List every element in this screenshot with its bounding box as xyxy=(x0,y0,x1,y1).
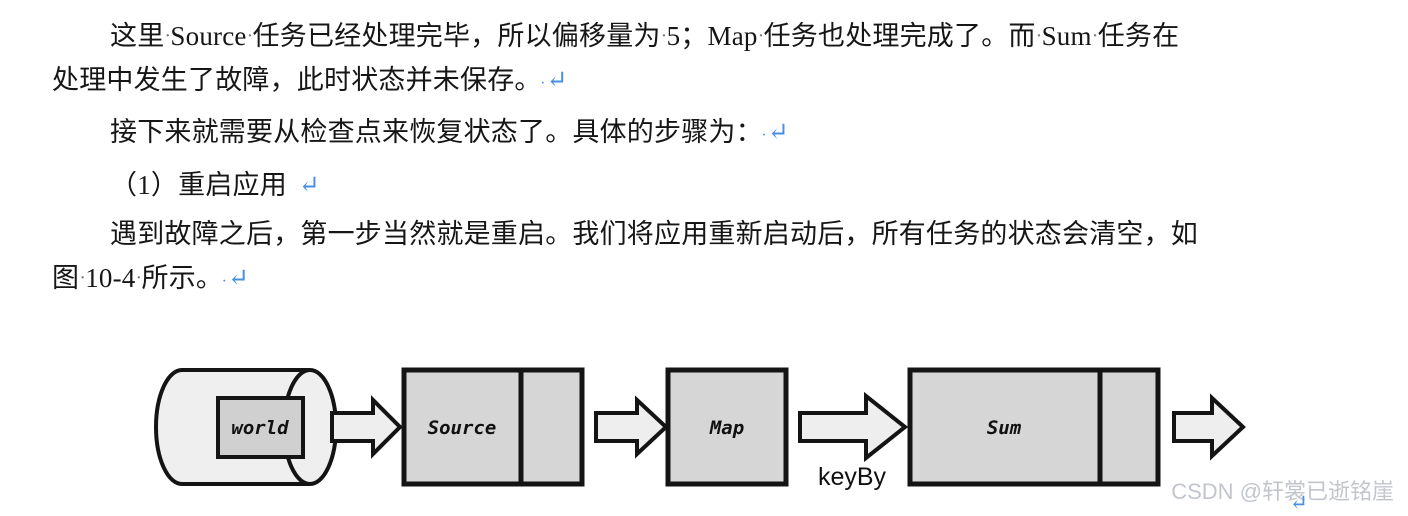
edge-source-in xyxy=(330,395,403,459)
paragraph-line: 这里·Source·任务已经处理完毕，所以偏移量为·5；Map·任务也处理完成了… xyxy=(52,14,1179,58)
map-node: Map xyxy=(665,367,789,487)
datastore-record-label: world xyxy=(231,417,289,439)
text-run-latin: Map xyxy=(707,21,758,51)
paragraph-line: （1）重启应用 ↵ xyxy=(52,163,320,208)
text-run: 图 xyxy=(52,263,80,293)
pilcrow-glyph: ↵ xyxy=(767,119,789,146)
edge-sum-out xyxy=(1172,393,1246,461)
text-run: 任务已经处理完毕，所以偏移量为 xyxy=(252,21,661,51)
sum-node: Sum xyxy=(907,367,1161,487)
text-run: （1）重启应用 xyxy=(110,170,287,200)
paragraph-mark: ·↵ xyxy=(210,265,250,292)
edge-map-to-sum: keyBy xyxy=(798,391,909,491)
paragraph-line: 接下来就需要从检查点来恢复状态了。具体的步骤为： ·↵ xyxy=(52,110,789,158)
source-node: Source xyxy=(401,367,585,487)
pilcrow-glyph: ↵ xyxy=(228,265,250,292)
paragraph-line: 图·10-4·所示。 ·↵ xyxy=(52,256,249,304)
text-run: 这里 xyxy=(110,21,165,51)
edge-label-keyby: keyBy xyxy=(818,463,887,491)
block-arrow-icon xyxy=(1172,393,1246,461)
text-run-latin: Source xyxy=(170,21,247,51)
paragraph-mark: ↵ xyxy=(287,172,320,199)
edge-source-to-map xyxy=(594,395,669,459)
watermark-paragraph-mark: ↵ xyxy=(1289,490,1308,515)
text-run: 接下来就需要从检查点来恢复状态了。具体的步骤为： xyxy=(110,117,750,147)
source-datastore: world xyxy=(154,368,338,486)
text-run: 任务在 xyxy=(1097,21,1180,51)
block-arrow-icon xyxy=(798,391,909,463)
text-run-latin: Sum xyxy=(1041,21,1092,51)
map-node-label: Map xyxy=(709,417,744,439)
paragraph-line: 处理中发生了故障，此时状态并未保存。 ·↵ xyxy=(52,58,568,106)
paragraph-mark: ·↵ xyxy=(749,119,789,146)
text-run: ； xyxy=(680,21,708,51)
paragraph-line: 遇到故障之后，第一步当然就是重启。我们将应用重新启动后，所有任务的状态会清空，如 xyxy=(52,212,1198,256)
sum-node-box xyxy=(907,367,1161,487)
text-run: 任务也处理完成了。而 xyxy=(763,21,1036,51)
paragraph-mark: ·↵ xyxy=(528,67,568,94)
text-run-latin: 5 xyxy=(666,21,681,51)
sum-node-label: Sum xyxy=(987,417,1022,439)
text-run: 遇到故障之后，第一步当然就是重启。我们将应用重新启动后，所有任务的状态会清空，如 xyxy=(110,219,1198,249)
text-run: 处理中发生了故障，此时状态并未保存。 xyxy=(52,65,529,95)
block-arrow-icon xyxy=(594,395,669,459)
pilcrow-glyph: ↵ xyxy=(298,172,321,199)
csdn-watermark: CSDN @轩裳已逝铭崖 xyxy=(1171,479,1394,504)
text-run: 所示。 xyxy=(141,263,210,293)
text-run-latin: 10-4 xyxy=(85,263,136,293)
block-arrow-icon xyxy=(330,395,403,459)
source-node-label: Source xyxy=(428,417,497,439)
pilcrow-glyph: ↵ xyxy=(546,67,568,94)
